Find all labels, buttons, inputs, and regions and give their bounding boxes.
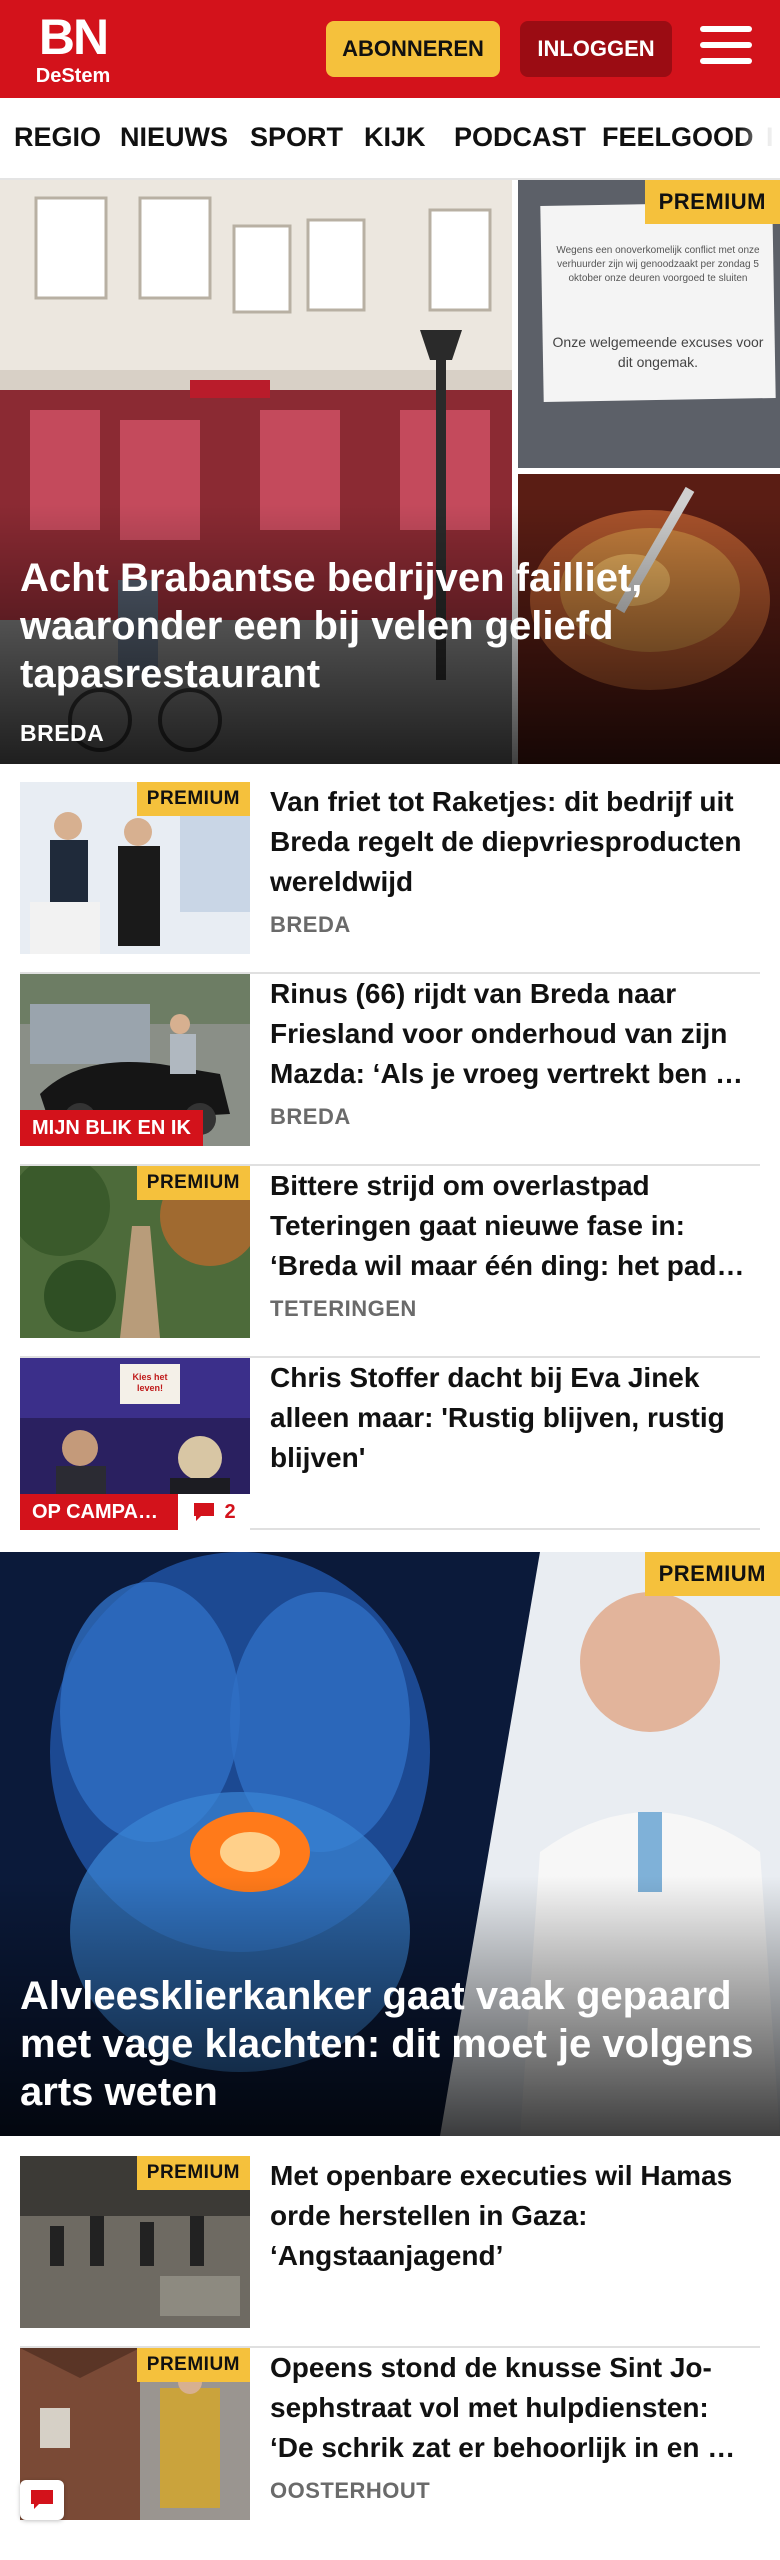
nav-item-sport[interactable]: SPORT [250, 122, 343, 153]
article-title[interactable]: Chris Stoffer dacht bij Eva Jinek alleen… [270, 1358, 750, 1478]
article-location-tag: BREDA [270, 1104, 351, 1129]
article-thumbnail[interactable]: MIJN BLIK EN IK [20, 974, 250, 1146]
hero-article-1[interactable]: Wegens een onoverkomelijk conflict met o… [0, 180, 780, 764]
article-item[interactable]: PREMIUM Opeens stond de knusse Sint Jo­s… [20, 2348, 760, 2560]
premium-badge: PREMIUM [136, 2156, 250, 2190]
hero-1-title[interactable]: Acht Brabantse bedrijven failliet, waaro… [20, 554, 760, 698]
section-label: MIJN BLIK EN IK [20, 1110, 203, 1146]
nav-item-kijk[interactable]: KIJK [364, 122, 426, 153]
closure-sign-text-2: Onze welgemeende excuses voor dit ongema… [552, 334, 764, 370]
article-title[interactable]: Opeens stond de knusse Sint Jo­sephstraa… [270, 2348, 750, 2468]
premium-badge: PREMIUM [136, 1166, 250, 1200]
protest-sign-text: Kies het leven! [132, 1372, 168, 1393]
article-item[interactable]: PREMIUM Met openbare executies wil Hamas… [20, 2156, 760, 2348]
article-thumbnail[interactable]: PREMIUM [20, 2156, 250, 2328]
nav-fade [740, 98, 780, 178]
article-item[interactable]: PREMIUM Bittere strijd om overlastpad Te… [20, 1166, 760, 1358]
logo-sub: DeStem [35, 65, 111, 87]
article-item[interactable]: MIJN BLIK EN IK Rinus (66) rijdt van Bre… [20, 974, 760, 1166]
section-label: OP CAMPAGNE [20, 1494, 180, 1530]
premium-badge: PREMIUM [136, 782, 250, 816]
section-nav: REGIO NIEUWS SPORT KIJK PODCAST FEELGOOD… [0, 98, 780, 180]
article-thumbnail[interactable]: Kies het leven! OP CAMPAGNE 2 [20, 1358, 250, 1530]
article-location-tag: OOSTERHOUT [270, 2478, 431, 2503]
article-title[interactable]: Rinus (66) rijdt van Breda naar Frieslan… [270, 974, 750, 1094]
article-item[interactable]: Kies het leven! OP CAMPAGNE 2 Chris Stof… [20, 1358, 760, 1530]
hamburger-menu-icon[interactable] [700, 26, 752, 72]
premium-badge: PREMIUM [644, 1552, 780, 1596]
closure-sign-text-1: Wegens een onoverkomelijk conflict met o… [556, 245, 760, 284]
logo-main: BN [38, 9, 109, 65]
comment-count[interactable]: 2 [178, 1494, 250, 1530]
subscribe-button[interactable]: ABONNEREN [326, 21, 500, 77]
top-header: BN DeStem ABONNEREN INLOGGEN [0, 0, 780, 98]
article-title[interactable]: Met openbare executies wil Hamas orde he… [270, 2156, 750, 2276]
article-title[interactable]: Van friet tot Raketjes: dit bedrijf uit … [270, 782, 750, 902]
site-logo[interactable]: BN DeStem [28, 12, 118, 90]
article-location-tag: BREDA [270, 912, 351, 937]
hero-1-location-tag: BREDA [20, 720, 105, 746]
hero-2-title[interactable]: Alvleesklierkanker gaat vaak gepaard met… [20, 1972, 760, 2116]
nav-item-regio[interactable]: REGIO [14, 122, 101, 153]
article-item[interactable]: PREMIUM Van friet tot Raketjes: dit bedr… [20, 782, 760, 974]
article-title[interactable]: Bittere strijd om overlastpad Teteringen… [270, 1166, 750, 1286]
nav-item-nieuws[interactable]: NIEUWS [120, 122, 228, 153]
article-location-tag: TETERINGEN [270, 1296, 417, 1321]
login-button[interactable]: INLOGGEN [520, 21, 672, 77]
nav-item-podcast[interactable]: PODCAST [454, 122, 586, 153]
floating-comment-button[interactable] [20, 2480, 64, 2520]
comment-icon [31, 2490, 53, 2509]
comment-icon [194, 1503, 215, 1521]
hero-article-2[interactable]: PREMIUM Alvleesklierkanker gaat vaak gep… [0, 1552, 780, 2136]
comment-count-value: 2 [224, 1500, 236, 1523]
premium-badge: PREMIUM [136, 2348, 250, 2382]
article-thumbnail[interactable]: PREMIUM [20, 782, 250, 954]
nav-item-feelgood[interactable]: FEELGOOD [602, 122, 754, 153]
premium-badge: PREMIUM [644, 180, 780, 224]
article-thumbnail[interactable]: PREMIUM [20, 1166, 250, 1338]
